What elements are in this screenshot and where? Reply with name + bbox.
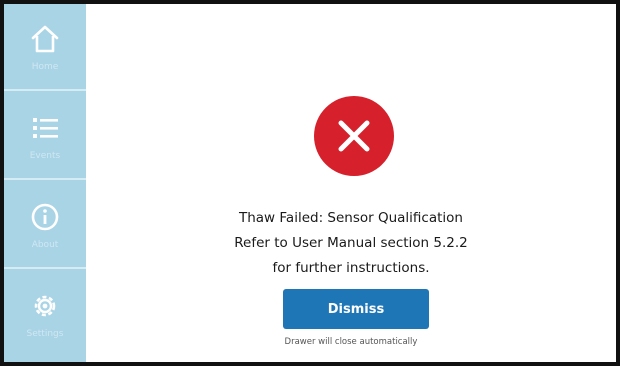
sidebar-item-label: Settings bbox=[26, 329, 64, 339]
sidebar-item-settings[interactable]: Settings bbox=[4, 271, 86, 358]
sidebar-item-label: Events bbox=[29, 151, 61, 161]
app-window: Home Events About Settings Thaw Failed: … bbox=[0, 0, 620, 366]
error-x-icon bbox=[314, 96, 394, 176]
sidebar-item-label: Home bbox=[31, 62, 59, 72]
main-content: Thaw Failed: Sensor Qualification Refer … bbox=[86, 4, 616, 362]
home-icon bbox=[31, 25, 59, 53]
sidebar-item-events[interactable]: Events bbox=[4, 93, 86, 180]
sidebar-item-about[interactable]: About bbox=[4, 182, 86, 269]
sidebar-item-home[interactable]: Home bbox=[4, 4, 86, 91]
dismiss-button[interactable]: Dismiss bbox=[283, 289, 429, 329]
error-message-line: Thaw Failed: Sensor Qualification bbox=[238, 210, 463, 226]
error-message-line: for further instructions. bbox=[272, 260, 430, 276]
list-icon bbox=[33, 118, 58, 138]
info-icon bbox=[31, 203, 59, 231]
sidebar: Home Events About Settings bbox=[4, 4, 86, 362]
sidebar-item-label: About bbox=[31, 240, 59, 250]
gear-icon bbox=[34, 295, 56, 317]
auto-close-note: Drawer will close automatically bbox=[284, 337, 418, 347]
error-message-line: Refer to User Manual section 5.2.2 bbox=[234, 235, 468, 251]
error-message: Thaw Failed: Sensor Qualification Refer … bbox=[86, 206, 616, 281]
